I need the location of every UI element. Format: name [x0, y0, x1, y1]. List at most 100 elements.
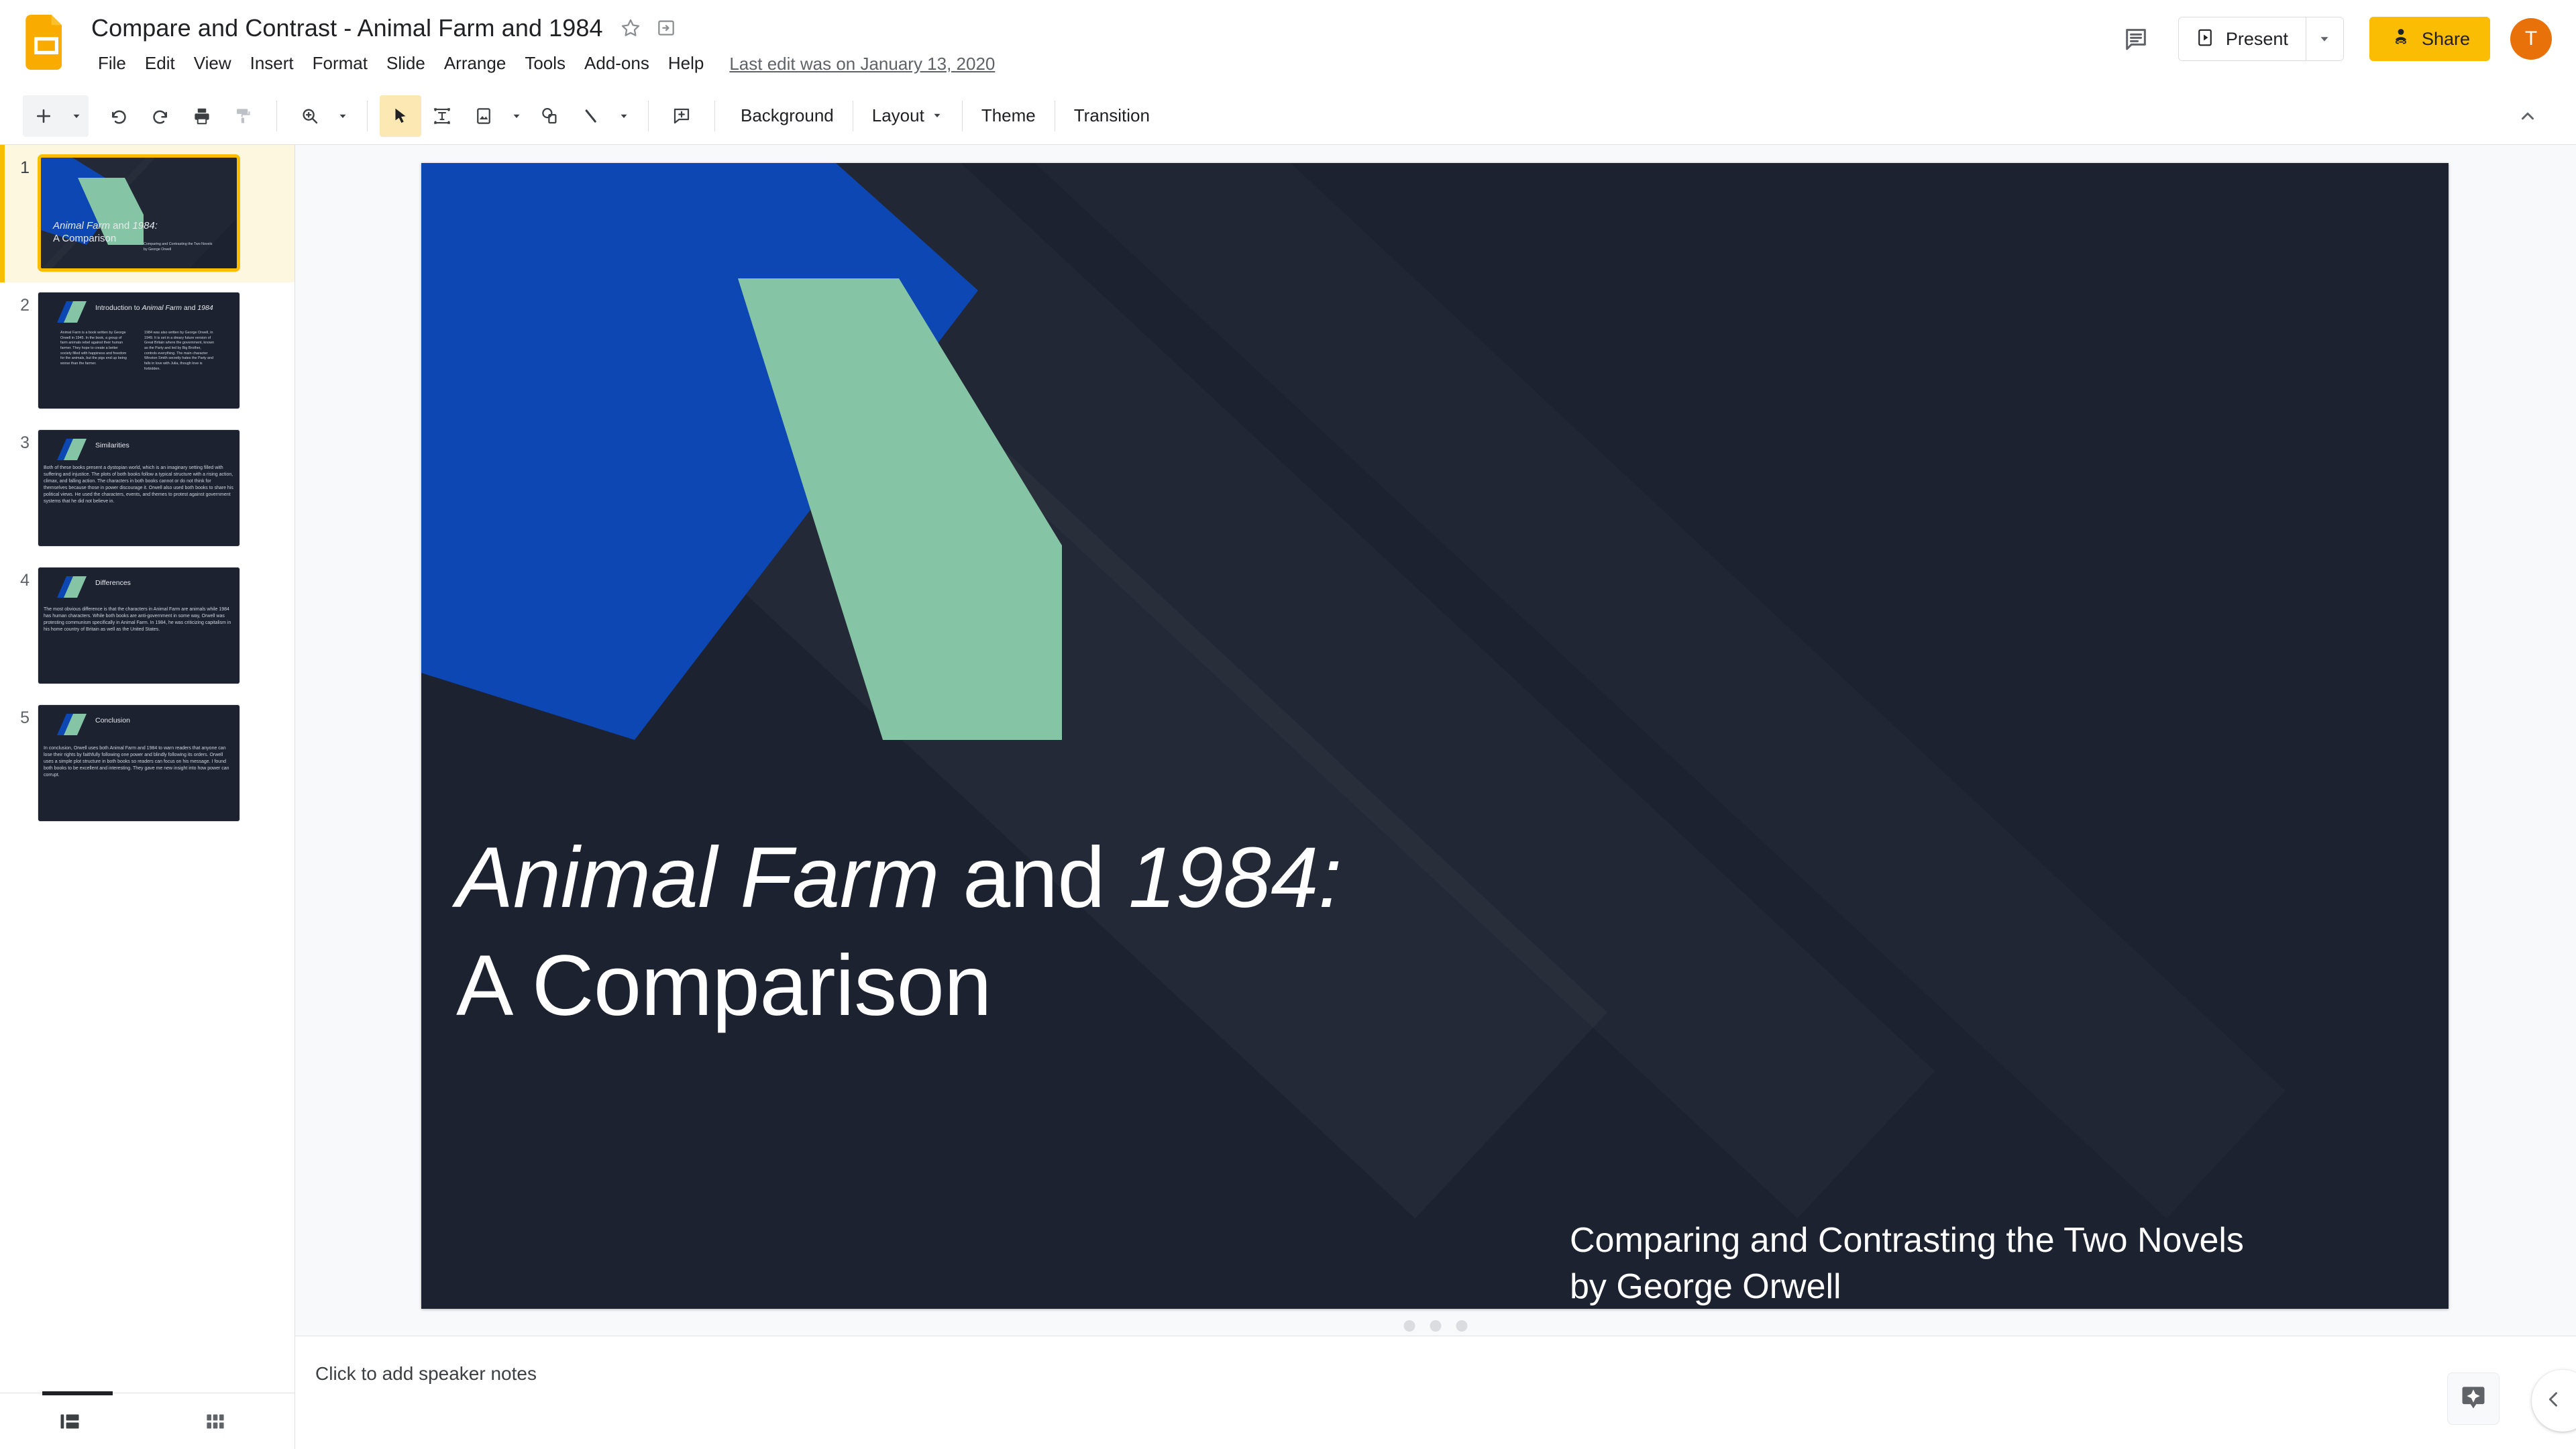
present-label: Present	[2225, 28, 2288, 49]
filmstrip-slide-2[interactable]: 2 Introduction to Animal Farm and 1984 A…	[0, 282, 294, 420]
insert-shape-icon[interactable]	[529, 95, 570, 137]
thumb1-title-line2: A Comparison	[53, 233, 117, 244]
zoom-in-icon[interactable]	[289, 95, 331, 137]
filmstrip-view-icon[interactable]	[46, 1397, 94, 1446]
insert-line-icon[interactable]	[570, 95, 612, 137]
person-link-icon	[2390, 26, 2412, 52]
paint-format-icon[interactable]	[223, 95, 264, 137]
present-dropdown-chevron-down-icon[interactable]	[2305, 17, 2343, 60]
thumb-canvas: Conclusion In conclusion, Orwell uses bo…	[38, 705, 239, 821]
thumb2-head-c: and	[181, 304, 198, 312]
active-view-indicator	[42, 1391, 113, 1395]
document-title[interactable]: Compare and Contrast - Animal Farm and 1…	[89, 13, 606, 44]
menu-insert[interactable]: Insert	[241, 50, 303, 76]
filmstrip-slide-4[interactable]: 4 Differences The most obvious differenc…	[0, 557, 294, 695]
slide-number: 5	[20, 708, 30, 727]
google-slides-logo-icon[interactable]	[25, 15, 67, 70]
menu-format[interactable]: Format	[303, 50, 377, 76]
new-slide-group	[23, 95, 89, 137]
speaker-notes-placeholder: Click to add speaker notes	[315, 1363, 537, 1384]
selection-stripe	[0, 145, 5, 282]
present-button[interactable]: Present	[2178, 17, 2306, 60]
slide-thumbnail[interactable]: Introduction to Animal Farm and 1984 Ani…	[38, 292, 240, 409]
slide-filmstrip[interactable]: 1 Animal Farm and 1984: A Comparison Com…	[0, 145, 295, 1449]
image-chevron-down-icon[interactable]	[504, 95, 529, 137]
share-button[interactable]: Share	[2369, 17, 2490, 61]
notes-resize-handle[interactable]	[1403, 1320, 1468, 1332]
print-icon[interactable]	[181, 95, 223, 137]
slide-thumbnail[interactable]: Conclusion In conclusion, Orwell uses bo…	[38, 704, 240, 822]
slide-canvas[interactable]: Animal Farm and 1984: A Comparison Compa…	[421, 163, 2449, 1309]
toolbar-divider-4	[714, 100, 715, 131]
menu-view[interactable]: View	[184, 50, 241, 76]
header-actions: Present Share T	[2116, 11, 2552, 67]
background-button[interactable]: Background	[727, 99, 847, 133]
menu-bar: File Edit View Insert Format Slide Arran…	[89, 50, 995, 76]
toolbar-collapse-chevron-up-icon[interactable]	[2509, 97, 2546, 135]
move-to-folder-icon[interactable]	[655, 17, 678, 40]
last-edit-link[interactable]: Last edit was on January 13, 2020	[729, 52, 995, 74]
menu-arrange[interactable]: Arrange	[435, 50, 516, 76]
thumb2-head-a: Introduction to	[95, 304, 142, 312]
handle-dot	[1403, 1320, 1415, 1332]
explore-sparkle-icon	[2459, 1383, 2488, 1415]
toolbar: Background Layout Theme Transition	[0, 87, 2576, 145]
slide-title-part-3: 1984:	[1128, 830, 1342, 926]
handle-dot	[1456, 1320, 1468, 1332]
new-slide-chevron-down-icon[interactable]	[64, 95, 89, 137]
workspace: 1 Animal Farm and 1984: A Comparison Com…	[0, 145, 2576, 1449]
background-label: Background	[741, 105, 834, 125]
slide-editor: Animal Farm and 1984: A Comparison Compa…	[295, 145, 2576, 1449]
plus-icon[interactable]	[23, 95, 64, 137]
slide-thumbnail[interactable]: Differences The most obvious difference …	[38, 567, 240, 684]
menu-slide[interactable]: Slide	[377, 50, 435, 76]
thumb4-body: The most obvious difference is that the …	[44, 607, 231, 632]
slide-title[interactable]: Animal Farm and 1984: A Comparison	[456, 824, 1932, 1040]
transition-button[interactable]: Transition	[1061, 99, 1163, 133]
slide-title-line-2: A Comparison	[456, 938, 991, 1034]
menu-tools[interactable]: Tools	[515, 50, 575, 76]
explore-button[interactable]	[2447, 1373, 2500, 1425]
filmstrip-slide-3[interactable]: 3 Similarities Both of these books prese…	[0, 420, 294, 557]
star-outline-icon[interactable]	[619, 17, 642, 40]
thumb-canvas: Animal Farm and 1984: A Comparison Compa…	[41, 158, 237, 268]
cursor-arrow-icon[interactable]	[380, 95, 421, 137]
undo-icon[interactable]	[98, 95, 140, 137]
theme-button[interactable]: Theme	[968, 99, 1049, 133]
slide-subtitle[interactable]: Comparing and Contrasting the Two Novels…	[1570, 1218, 2375, 1309]
filmstrip-slide-5[interactable]: 5 Conclusion In conclusion, Orwell uses …	[0, 695, 294, 833]
layout-button[interactable]: Layout	[859, 99, 957, 133]
thumb3-heading: Similarities	[95, 441, 129, 449]
comment-history-icon[interactable]	[2116, 19, 2155, 58]
avatar[interactable]: T	[2510, 18, 2552, 60]
menu-add-ons[interactable]: Add-ons	[575, 50, 659, 76]
slide-number: 1	[20, 158, 30, 177]
thumb5-heading: Conclusion	[95, 716, 130, 724]
menu-edit[interactable]: Edit	[136, 50, 184, 76]
menu-help[interactable]: Help	[659, 50, 713, 76]
slide-subtitle-line-1: Comparing and Contrasting the Two Novels	[1570, 1221, 2244, 1260]
thumb1-subtitle: Comparing and Contrasting the Two Novels…	[144, 242, 213, 252]
redo-icon[interactable]	[140, 95, 181, 137]
present-screen-icon	[2195, 28, 2215, 51]
grid-view-icon[interactable]	[191, 1397, 239, 1446]
thumb1-title-c: 1984:	[132, 220, 158, 231]
thumb2-body-right: 1984 was also written by George Orwell, …	[144, 331, 214, 371]
filmstrip-slide-1[interactable]: 1 Animal Farm and 1984: A Comparison Com…	[0, 145, 294, 282]
thumb2-body-left: Animal Farm is a book written by George …	[60, 331, 127, 366]
thumb5-body: In conclusion, Orwell uses both Animal F…	[44, 746, 229, 777]
slide-thumbnail[interactable]: Animal Farm and 1984: A Comparison Compa…	[38, 154, 240, 272]
slide-thumbnail[interactable]: Similarities Both of these books present…	[38, 429, 240, 547]
present-button-group: Present	[2178, 17, 2344, 61]
speaker-notes-pane[interactable]: Click to add speaker notes	[295, 1336, 2576, 1449]
thumb1-title-a: Animal Farm	[53, 220, 111, 231]
insert-image-icon[interactable]	[463, 95, 504, 137]
layout-chevron-down-icon	[931, 105, 943, 126]
thumb2-head-d: 1984	[197, 304, 213, 312]
zoom-chevron-down-icon[interactable]	[331, 95, 355, 137]
add-comment-icon[interactable]	[661, 95, 702, 137]
line-chevron-down-icon[interactable]	[612, 95, 636, 137]
thumb-canvas: Introduction to Animal Farm and 1984 Ani…	[38, 292, 239, 409]
text-box-icon[interactable]	[421, 95, 463, 137]
menu-file[interactable]: File	[89, 50, 136, 76]
